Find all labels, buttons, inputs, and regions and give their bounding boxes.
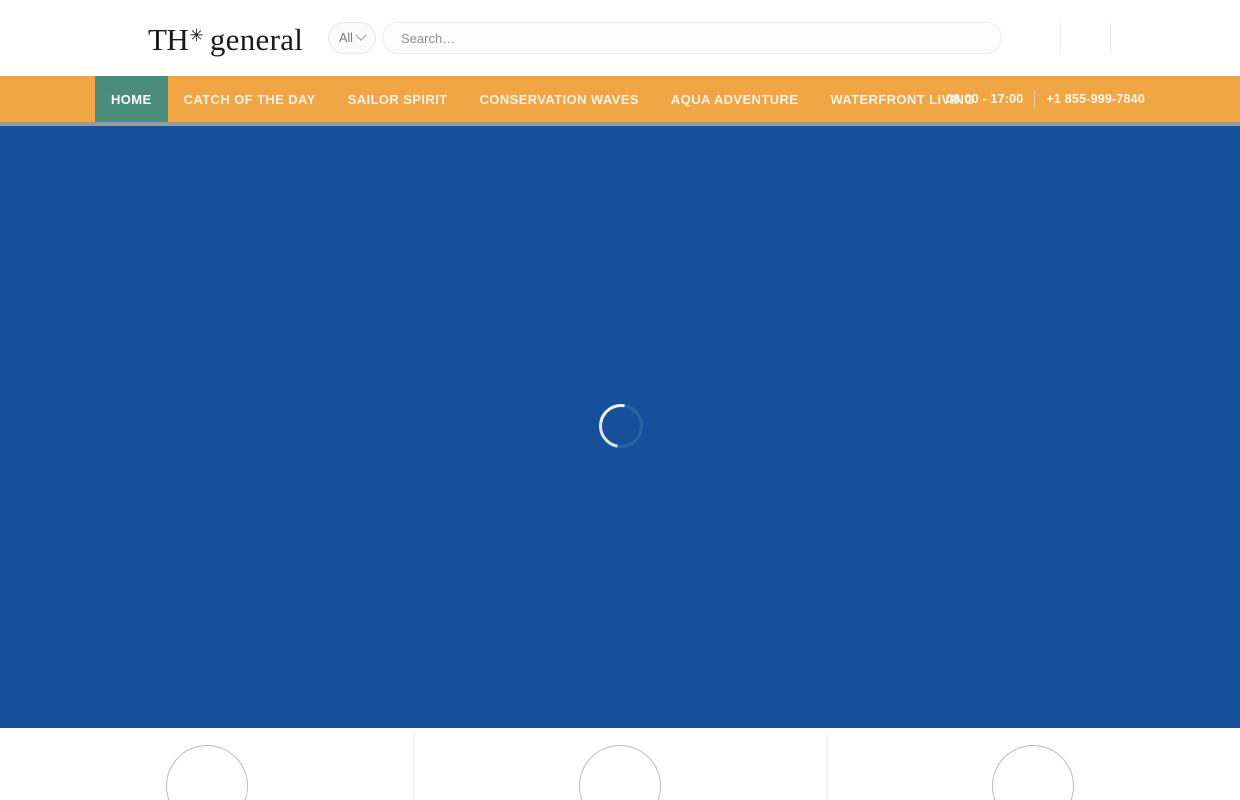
search-input[interactable] [382, 22, 1002, 54]
feature-item-delivery[interactable] [0, 728, 413, 800]
account-icon[interactable] [1024, 26, 1048, 50]
header-divider-1 [1060, 23, 1061, 53]
main-navigation: HOME CATCH OF THE DAY SAILOR SPIRIT CONS… [0, 76, 1240, 122]
feature-circle [992, 745, 1075, 800]
header-divider-2 [1110, 23, 1111, 53]
page-root: TH ✳ general All HOME CATCH OF THE DAY S… [0, 0, 1240, 800]
spinner-arc [590, 395, 652, 457]
nav-item-aqua-adventure[interactable]: AQUA ADVENTURE [655, 76, 814, 122]
cart-icon[interactable] [1124, 26, 1148, 50]
business-hours: 08:00 - 17:00 [945, 92, 1024, 106]
search-group: All [328, 22, 1002, 54]
nav-item-home[interactable]: HOME [95, 76, 168, 122]
logo-star-icon: ✳ [189, 25, 204, 45]
feature-circle [578, 745, 661, 800]
nav-item-sailor-spirit[interactable]: SAILOR SPIRIT [332, 76, 464, 122]
loading-spinner-icon [590, 395, 652, 457]
chevron-down-icon [355, 29, 367, 41]
nav-contact-divider [1034, 90, 1036, 108]
features-strip [0, 728, 1240, 800]
logo-primary-text: TH [148, 21, 189, 57]
site-logo[interactable]: TH ✳ general [148, 22, 303, 56]
phone-number[interactable]: +1 855-999-7840 [1046, 92, 1145, 106]
feature-item-third[interactable] [826, 728, 1240, 800]
nav-item-conservation-waves[interactable]: CONSERVATION WAVES [464, 76, 655, 122]
wishlist-icon[interactable] [1074, 26, 1098, 50]
logo-secondary-text: general [209, 21, 304, 57]
search-category-select[interactable]: All [328, 22, 376, 54]
nav-contact-group: 08:00 - 17:00 +1 855-999-7840 [946, 76, 1240, 122]
nav-list: HOME CATCH OF THE DAY SAILOR SPIRIT CONS… [95, 76, 991, 122]
nav-item-catch-of-the-day[interactable]: CATCH OF THE DAY [168, 76, 332, 122]
feature-item-support[interactable] [413, 728, 826, 800]
site-header: TH ✳ general All [0, 0, 1240, 76]
search-category-value: All [339, 31, 353, 45]
hero-section [0, 126, 1240, 728]
feature-circle [165, 745, 248, 800]
